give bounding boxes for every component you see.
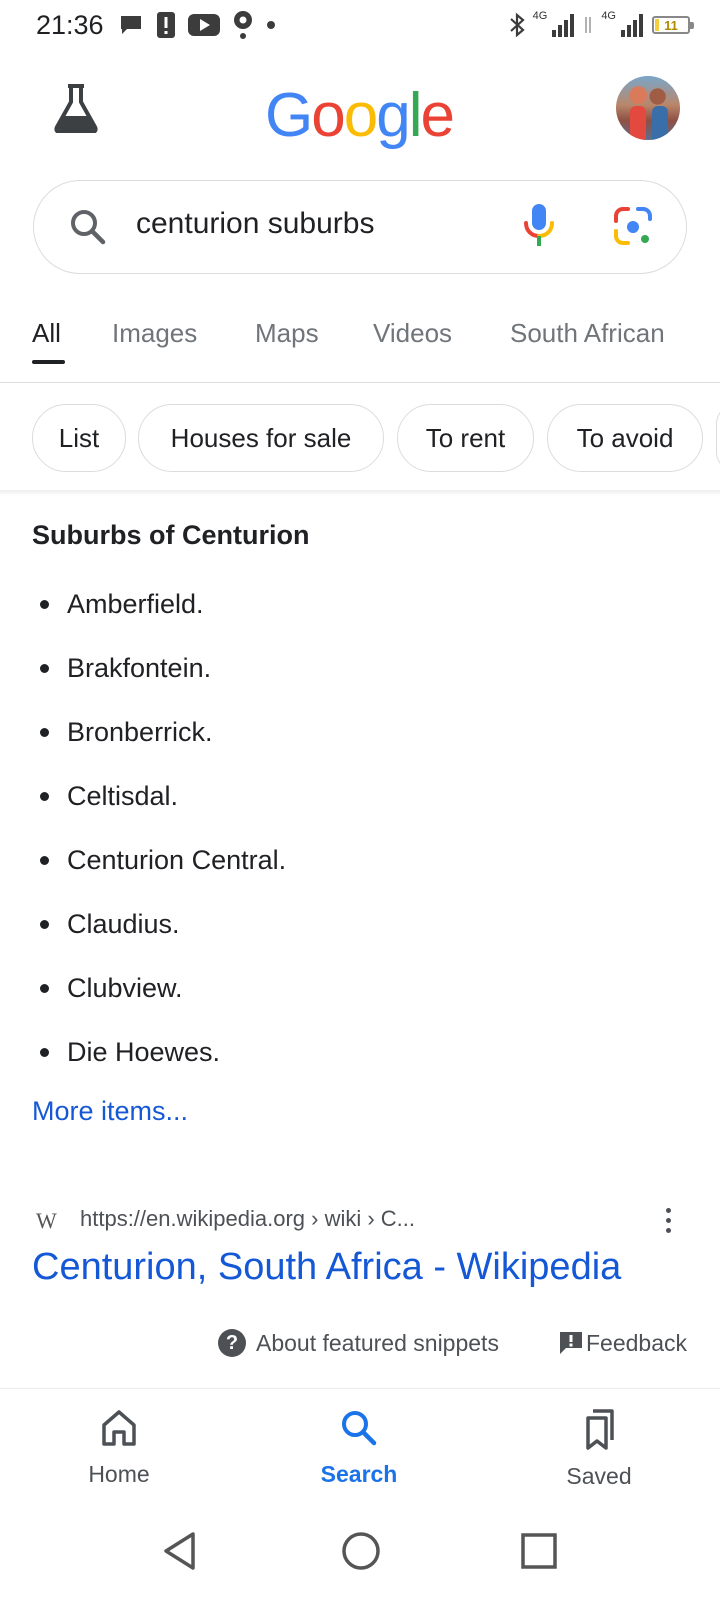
- tab-south-african[interactable]: South African: [510, 318, 665, 349]
- list-item-text: Clubview.: [67, 972, 183, 1003]
- data-arrows-icon: [585, 17, 592, 33]
- bullet: [40, 727, 49, 737]
- status-bar: 21:36 4G 4G 11: [0, 0, 720, 52]
- list-item-text: Bronberrick.: [67, 716, 213, 747]
- list-item: Bronberrick.: [32, 700, 286, 764]
- suburb-list: Amberfield. Brakfontein. Bronberrick. Ce…: [32, 572, 286, 1084]
- nav-home[interactable]: Home: [59, 1408, 179, 1488]
- chat-bubble-icon: [121, 16, 141, 34]
- list-item: Celtisdal.: [32, 764, 286, 828]
- signal-icon-2: [621, 14, 643, 37]
- home-circle-icon[interactable]: [340, 1530, 382, 1572]
- logo-letter: g: [376, 81, 411, 150]
- battery-icon: 11: [652, 16, 694, 34]
- network-type-2: 4G: [601, 10, 616, 22]
- chips-divider: [0, 490, 720, 496]
- bookmarks-icon: [586, 1409, 614, 1450]
- list-item: Centurion Central.: [32, 828, 286, 892]
- notification-icons: [118, 10, 276, 40]
- list-item: Brakfontein.: [32, 636, 286, 700]
- avatar[interactable]: [616, 76, 680, 140]
- list-item-text: Amberfield.: [67, 588, 204, 619]
- nav-search-label: Search: [320, 1461, 398, 1487]
- bottom-nav-divider: [0, 1388, 720, 1389]
- list-item-text: Centurion Central.: [67, 844, 287, 875]
- back-icon[interactable]: [160, 1530, 200, 1572]
- logo-letter: l: [408, 81, 423, 150]
- tab-videos[interactable]: Videos: [373, 318, 452, 349]
- bullet: [40, 1047, 49, 1057]
- system-status-icons: 4G 4G 11: [509, 8, 694, 42]
- nav-home-label: Home: [88, 1461, 150, 1487]
- about-featured-snippets[interactable]: ? About featured snippets: [218, 1326, 499, 1360]
- snippet-title: Suburbs of Centurion: [32, 520, 310, 550]
- status-time: 21:36: [36, 10, 104, 40]
- recents-icon[interactable]: [520, 1532, 558, 1570]
- alert-icon: [157, 12, 175, 38]
- feedback-icon: [560, 1332, 582, 1354]
- tab-all[interactable]: All: [32, 318, 61, 349]
- bullet: [40, 919, 49, 929]
- about-featured-snippets-label: About featured snippets: [256, 1329, 499, 1356]
- list-item: Amberfield.: [32, 572, 286, 636]
- labs-button[interactable]: [48, 80, 104, 136]
- microphone-icon[interactable]: [522, 201, 556, 249]
- list-item-text: Brakfontein.: [67, 652, 212, 683]
- help-icon: ?: [218, 1329, 246, 1357]
- dot-icon: [267, 21, 275, 29]
- chip-to-rent[interactable]: To rent: [397, 404, 534, 472]
- feedback-label: Feedback: [586, 1329, 688, 1356]
- bullet: [40, 855, 49, 865]
- list-item-text: Celtisdal.: [67, 780, 179, 811]
- logo-letter: o: [343, 81, 379, 150]
- battery-level: 11: [664, 17, 678, 33]
- chip-list[interactable]: List: [32, 404, 126, 472]
- bluetooth-icon: [509, 12, 525, 38]
- logo-letter: G: [265, 81, 313, 150]
- wikipedia-favicon-icon: W: [36, 1208, 57, 1233]
- bullet: [40, 983, 49, 993]
- signal-icon: [552, 14, 575, 37]
- nav-saved-label: Saved: [566, 1463, 632, 1489]
- flask-icon: [54, 84, 98, 133]
- list-item-text: Claudius.: [67, 908, 180, 939]
- list-item: Clubview.: [32, 956, 286, 1020]
- result-title-link[interactable]: Centurion, South Africa - Wikipedia: [32, 1246, 621, 1289]
- bullet: [40, 791, 49, 801]
- tab-maps[interactable]: Maps: [255, 318, 319, 349]
- location-icon: [234, 11, 252, 39]
- search-input[interactable]: centurion suburbs: [136, 207, 374, 241]
- tab-images[interactable]: Images: [112, 318, 197, 349]
- nav-search[interactable]: Search: [299, 1408, 419, 1488]
- system-navigation-bar: [0, 1512, 720, 1600]
- search-icon: [71, 210, 106, 245]
- bottom-navigation: Home Search Saved: [0, 1390, 720, 1508]
- list-item: Die Hoewes.: [32, 1020, 286, 1084]
- more-options-icon[interactable]: [666, 1208, 676, 1238]
- more-items-link[interactable]: More items...: [32, 1096, 188, 1127]
- network-type-1: 4G: [532, 10, 548, 22]
- chip-to-avoid[interactable]: To avoid: [547, 404, 703, 472]
- google-logo: Google: [264, 80, 455, 151]
- feedback-button[interactable]: Feedback: [558, 1326, 687, 1360]
- youtube-icon: [188, 14, 220, 36]
- logo-letter: o: [311, 81, 346, 150]
- bullet: [40, 599, 49, 609]
- google-lens-icon[interactable]: [612, 205, 654, 247]
- logo-letter: e: [420, 81, 455, 150]
- chip-houses-for-sale[interactable]: Houses for sale: [138, 404, 384, 472]
- search-tabs: All Images Maps Videos South African: [0, 300, 720, 383]
- chip-overflow[interactable]: [716, 404, 720, 472]
- search-icon: [342, 1411, 377, 1446]
- list-item: Claudius.: [32, 892, 286, 956]
- search-bar[interactable]: centurion suburbs: [33, 180, 687, 274]
- home-icon: [102, 1410, 136, 1446]
- result-url[interactable]: https://en.wikipedia.org › wiki › C...: [80, 1206, 415, 1232]
- list-item-text: Die Hoewes.: [67, 1036, 221, 1067]
- nav-saved[interactable]: Saved: [539, 1408, 659, 1490]
- battery-fill: [655, 19, 659, 31]
- active-tab-indicator: [32, 360, 65, 364]
- bullet: [40, 663, 49, 673]
